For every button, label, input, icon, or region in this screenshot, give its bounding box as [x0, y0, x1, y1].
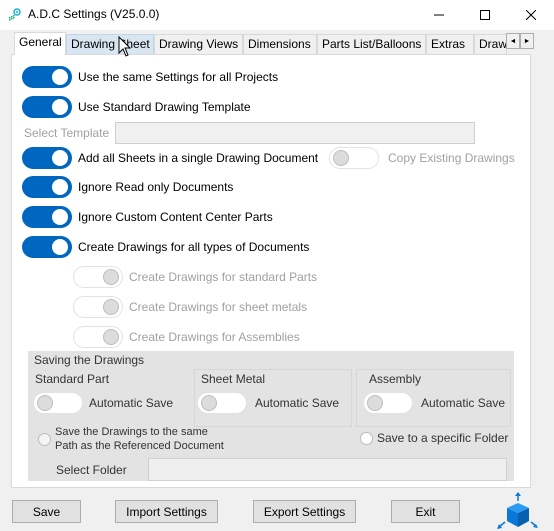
select-folder-input[interactable]	[148, 458, 507, 481]
specific-folder-label: Save to a specific Folder	[377, 431, 509, 445]
save-button-label: Save	[32, 504, 61, 519]
window-title: A.D.C Settings (V25.0.0)	[28, 7, 160, 21]
standard-part-title: Standard Part	[35, 372, 110, 386]
assemblies-label: Create Drawings for Assemblies	[129, 330, 300, 344]
exit-button[interactable]: Exit	[391, 500, 460, 523]
copy-existing-label: Copy Existing Drawings	[388, 151, 515, 165]
same-path-label-line2: Path as the Referenced Document	[55, 440, 224, 452]
sheet-metal-autosave-label: Automatic Save	[255, 396, 340, 410]
all-document-types-row: Create Drawings for all types of Documen…	[22, 236, 309, 258]
assembly-autosave-row: Automatic Save	[363, 392, 505, 414]
single-document-label: Add all Sheets in a single Drawing Docum…	[78, 151, 319, 165]
tab-draw[interactable]: Draw	[474, 34, 507, 54]
tab-drawing-sheet[interactable]: Drawing Sheet	[66, 34, 154, 54]
select-template-label: Select Template	[24, 126, 110, 140]
copy-existing-toggle[interactable]	[329, 147, 379, 169]
specific-folder-radio[interactable]	[360, 431, 373, 445]
same-settings-row: Use the same Settings for all Projects	[22, 66, 278, 88]
tab-label: Draw	[479, 37, 507, 51]
same-settings-label: Use the same Settings for all Projects	[78, 70, 279, 84]
import-settings-button[interactable]: Import Settings	[115, 500, 218, 523]
tab-label: Drawing Sheet	[71, 37, 150, 51]
arrow-right-icon: ►	[523, 37, 531, 45]
close-button[interactable]	[508, 0, 554, 30]
tab-dimensions[interactable]: Dimensions	[243, 34, 317, 54]
sheet-metals-row: Create Drawings for sheet metals	[73, 296, 307, 318]
tab-drawing-views[interactable]: Drawing Views	[154, 34, 243, 54]
standard-part-autosave-label: Automatic Save	[89, 396, 174, 410]
specific-folder-radio-row[interactable]: Save to a specific Folder	[360, 431, 508, 445]
copy-existing-row: Copy Existing Drawings	[329, 147, 515, 169]
sheet-metal-box: Sheet Metal Automatic Save	[194, 369, 352, 427]
all-document-types-toggle[interactable]	[22, 236, 72, 258]
general-tab-panel: Use the same Settings for all Projects U…	[11, 54, 531, 488]
close-icon	[526, 10, 536, 20]
maximize-button[interactable]	[462, 0, 508, 30]
saving-drawings-group: Saving the Drawings Standard Part Automa…	[28, 351, 514, 481]
tab-parts-list-balloons[interactable]: Parts List/Balloons	[317, 34, 426, 54]
sheet-metals-label: Create Drawings for sheet metals	[129, 300, 308, 314]
sheet-metals-toggle[interactable]	[73, 296, 123, 318]
sheet-metal-autosave-row: Automatic Save	[197, 392, 339, 414]
minimize-icon	[434, 14, 444, 16]
ignore-content-center-toggle[interactable]	[22, 206, 72, 228]
assembly-box: Assembly Automatic Save	[356, 369, 511, 427]
assemblies-row: Create Drawings for Assemblies	[73, 326, 300, 348]
tab-scroll-left-button[interactable]: ◄	[506, 33, 520, 49]
tab-label: Extras	[431, 37, 466, 51]
title-bar: A.D.C Settings (V25.0.0)	[0, 0, 554, 30]
assembly-autosave-toggle[interactable]	[363, 392, 413, 414]
export-button-label: Export Settings	[263, 504, 346, 519]
select-folder-label: Select Folder	[56, 463, 127, 477]
single-document-row: Add all Sheets in a single Drawing Docum…	[22, 147, 318, 169]
export-settings-button[interactable]: Export Settings	[253, 500, 356, 523]
same-settings-toggle[interactable]	[22, 66, 72, 88]
ignore-read-only-toggle[interactable]	[22, 176, 72, 198]
tab-general[interactable]: General	[14, 32, 66, 55]
standard-parts-toggle[interactable]	[73, 266, 123, 288]
assemblies-toggle[interactable]	[73, 326, 123, 348]
ignore-read-only-row: Ignore Read only Documents	[22, 176, 233, 198]
standard-parts-label: Create Drawings for standard Parts	[129, 270, 318, 284]
tab-scroll-right-button[interactable]: ►	[520, 33, 534, 49]
assembly-title: Assembly	[369, 372, 422, 386]
standard-template-row: Use Standard Drawing Template	[22, 96, 251, 118]
arrow-left-icon: ◄	[509, 37, 517, 45]
tab-label: Drawing Views	[159, 37, 239, 51]
select-template-input[interactable]	[115, 122, 475, 144]
standard-template-label: Use Standard Drawing Template	[78, 100, 251, 114]
adc-cube-logo-icon	[497, 492, 538, 529]
adc-app-icon	[9, 8, 21, 21]
import-button-label: Import Settings	[126, 504, 207, 519]
single-document-toggle[interactable]	[22, 147, 72, 169]
tab-strip: General Drawing Sheet Drawing Views Dime…	[14, 32, 534, 55]
same-path-radio-row[interactable]: Save the Drawings to the same Path as th…	[38, 425, 224, 453]
exit-button-label: Exit	[415, 504, 436, 519]
standard-part-autosave-row: Automatic Save	[33, 392, 173, 414]
all-document-types-label: Create Drawings for all types of Documen…	[78, 240, 310, 254]
tab-label: Dimensions	[248, 37, 311, 51]
same-path-label-line1: Save the Drawings to the same	[55, 426, 208, 438]
assembly-autosave-label: Automatic Save	[421, 396, 506, 410]
ignore-read-only-label: Ignore Read only Documents	[78, 180, 234, 194]
mouse-cursor-icon	[118, 36, 132, 57]
standard-part-box: Standard Part Automatic Save	[28, 369, 194, 427]
saving-group-title: Saving the Drawings	[34, 353, 145, 367]
tab-extras[interactable]: Extras	[426, 34, 474, 54]
standard-part-autosave-toggle[interactable]	[33, 392, 83, 414]
same-path-radio[interactable]	[38, 432, 51, 446]
tab-label: General	[19, 35, 62, 49]
sheet-metal-autosave-toggle[interactable]	[197, 392, 247, 414]
standard-template-toggle[interactable]	[22, 96, 72, 118]
ignore-content-center-row: Ignore Custom Content Center Parts	[22, 206, 273, 228]
standard-parts-row: Create Drawings for standard Parts	[73, 266, 317, 288]
maximize-icon	[480, 10, 490, 20]
ignore-content-center-label: Ignore Custom Content Center Parts	[78, 210, 273, 224]
save-button[interactable]: Save	[12, 500, 81, 523]
minimize-button[interactable]	[416, 0, 462, 30]
tab-label: Parts List/Balloons	[322, 37, 422, 51]
sheet-metal-title: Sheet Metal	[201, 372, 266, 386]
